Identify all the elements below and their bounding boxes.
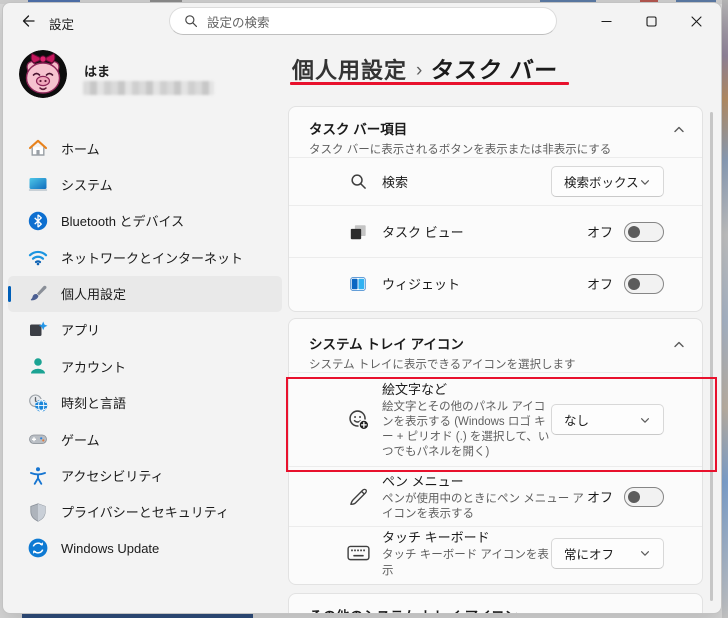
sidebar-item-home[interactable]: ホーム	[8, 130, 282, 166]
row-touch-keyboard: タッチ キーボード タッチ キーボード アイコンを表示 常にオフ	[289, 526, 702, 579]
row-pen-menu: ペン メニュー ペンが使用中のときにペン メニュー アイコンを表示する オフ	[289, 466, 702, 526]
selection-accent-bar	[8, 285, 11, 302]
settings-window: 設定 設定の検索 はま ホーム システム Bluetooth とデバイス ネット…	[2, 2, 722, 614]
back-arrow-icon	[22, 15, 35, 27]
avatar[interactable]	[19, 50, 67, 98]
row-task-view: タスク ビュー オフ	[289, 205, 702, 257]
search-input[interactable]: 設定の検索	[169, 7, 557, 35]
sidebar: はま ホーム システム Bluetooth とデバイス ネットワークとインターネ…	[3, 39, 288, 613]
breadcrumb: 個人用設定 › タスク バー	[292, 51, 561, 85]
search-placeholder: 設定の検索	[207, 15, 270, 30]
apps-icon	[28, 320, 48, 340]
sidebar-item-accounts[interactable]: アカウント	[8, 348, 282, 384]
window-title: 設定	[49, 18, 75, 32]
pig-avatar-image	[19, 50, 67, 98]
sidebar-item-windows-update[interactable]: Windows Update	[8, 530, 282, 566]
sidebar-item-bluetooth-devices[interactable]: Bluetooth とデバイス	[8, 203, 282, 239]
toggle-state-label: オフ	[586, 277, 613, 292]
user-email-redacted	[83, 81, 214, 95]
sidebar-item-time-language[interactable]: 時刻と言語	[8, 385, 282, 421]
personalization-icon	[28, 284, 48, 304]
chevron-up-icon[interactable]	[672, 123, 686, 137]
card-taskbar-items: タスク バー項目 タスク バーに表示されるボタンを表示または非表示にする 検索 …	[288, 106, 703, 312]
row-search: 検索 検索ボックス	[289, 157, 702, 205]
pen-menu-toggle[interactable]	[624, 486, 664, 507]
sidebar-item-gaming[interactable]: ゲーム	[8, 421, 282, 457]
time-language-icon	[28, 393, 48, 413]
user-name: はま	[84, 64, 111, 79]
toggle-knob	[628, 277, 640, 290]
toggle-state-label: オフ	[586, 225, 613, 240]
chevron-down-icon[interactable]	[672, 610, 686, 613]
chevron-down-icon	[640, 551, 650, 556]
chevron-down-icon	[640, 417, 650, 423]
home-icon	[28, 138, 48, 158]
system-icon	[28, 174, 48, 194]
accessibility-icon	[28, 466, 48, 486]
touch-keyboard-dropdown[interactable]: 常にオフ	[551, 537, 664, 569]
network-icon	[28, 247, 48, 267]
card-other-tray-header[interactable]: その他のシステム トレイ アイコン	[289, 594, 702, 613]
breadcrumb-separator-icon: ›	[416, 60, 423, 81]
card-system-tray-icons: システム トレイ アイコン システム トレイに表示できるアイコンを選択します 絵…	[288, 318, 703, 585]
privacy-icon	[28, 502, 48, 522]
toggle-knob	[628, 225, 640, 238]
search-icon	[345, 173, 371, 190]
breadcrumb-parent[interactable]: 個人用設定	[292, 58, 407, 83]
maximize-button[interactable]	[629, 3, 674, 39]
sidebar-item-personalization[interactable]: 個人用設定	[8, 275, 282, 312]
card-other-tray-icons: その他のシステム トレイ アイコン	[288, 593, 703, 613]
back-button[interactable]	[13, 9, 43, 33]
scrollbar[interactable]	[710, 112, 713, 601]
close-button[interactable]	[674, 3, 719, 39]
search-mode-dropdown[interactable]: 検索ボックス	[551, 166, 664, 197]
card-system-tray-header[interactable]: システム トレイ アイコン システム トレイに表示できるアイコンを選択します	[289, 319, 702, 372]
card-taskbar-items-header[interactable]: タスク バー項目 タスク バーに表示されるボタンを表示または非表示にする	[289, 107, 702, 157]
touch-keyboard-icon	[345, 545, 371, 562]
window-controls	[584, 3, 719, 39]
gaming-icon	[28, 429, 48, 449]
sidebar-item-privacy-security[interactable]: プライバシーとセキュリティ	[8, 494, 282, 530]
sidebar-item-accessibility[interactable]: アクセシビリティ	[8, 458, 282, 494]
minimize-icon	[601, 20, 612, 22]
maximize-icon	[646, 15, 657, 27]
sidebar-item-apps[interactable]: アプリ	[8, 312, 282, 348]
emoji-panel-dropdown[interactable]: なし	[551, 404, 664, 435]
desktop-edge-right	[722, 0, 728, 618]
task-view-toggle[interactable]	[624, 221, 664, 242]
chevron-up-icon[interactable]	[672, 338, 686, 352]
search-icon	[185, 15, 198, 28]
main-content: 個人用設定 › タスク バー タスク バー項目 タスク バーに表示されるボタンを表示…	[286, 39, 717, 613]
bluetooth-icon	[28, 211, 48, 231]
minimize-button[interactable]	[584, 3, 629, 39]
task-view-icon	[345, 223, 371, 241]
row-emoji-panel: 絵文字など 絵文字とその他のパネル アイコンを表示する (Windows ロゴ …	[289, 372, 702, 466]
toggle-state-label: オフ	[586, 490, 613, 505]
close-icon	[691, 15, 702, 27]
windows-update-icon	[28, 538, 48, 558]
titlebar: 設定 設定の検索	[3, 3, 721, 39]
sidebar-item-network-internet[interactable]: ネットワークとインターネット	[8, 239, 282, 275]
widgets-icon	[345, 275, 371, 293]
accounts-icon	[28, 356, 48, 376]
widgets-toggle[interactable]	[624, 273, 664, 294]
chevron-down-icon	[640, 179, 650, 185]
toggle-knob	[628, 490, 640, 503]
emoji-panel-icon	[345, 408, 371, 431]
row-widgets: ウィジェット オフ	[289, 257, 702, 309]
page-title: タスク バー	[429, 57, 561, 83]
sidebar-item-system[interactable]: システム	[8, 166, 282, 202]
sidebar-nav: ホーム システム Bluetooth とデバイス ネットワークとインターネット	[8, 130, 282, 567]
pen-menu-icon	[345, 486, 371, 507]
